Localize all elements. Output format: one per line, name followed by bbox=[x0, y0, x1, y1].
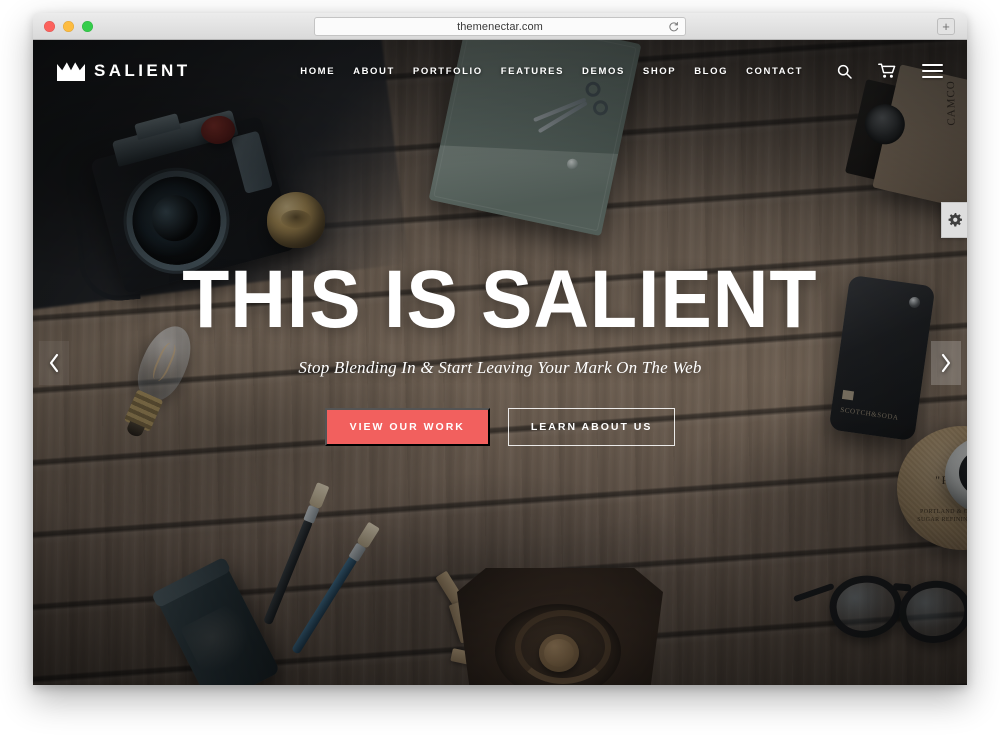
page-viewport: CAMCO SCOTCH&SODA bbox=[33, 40, 967, 685]
logo-text: SALIENT bbox=[94, 61, 191, 80]
screenshot-root: themenectar.com + SALIENT HOME ABOUT POR… bbox=[0, 0, 1000, 737]
slider-prev-arrow[interactable] bbox=[39, 340, 69, 385]
nav-item-about[interactable]: ABOUT bbox=[353, 66, 395, 77]
slider-next-arrow[interactable] bbox=[931, 340, 961, 385]
browser-window: themenectar.com + SALIENT HOME ABOUT POR… bbox=[33, 13, 967, 685]
nav-item-home[interactable]: HOME bbox=[300, 66, 335, 77]
close-button[interactable] bbox=[44, 20, 55, 32]
chevron-left-icon bbox=[49, 353, 59, 372]
main-navigation: HOME ABOUT PORTFOLIO FEATURES DEMOS SHOP… bbox=[300, 66, 803, 77]
theme-settings-tab[interactable] bbox=[941, 202, 967, 238]
url-text: themenectar.com bbox=[457, 20, 543, 33]
new-tab-button[interactable]: + bbox=[937, 18, 955, 35]
hero-title: THIS IS SALIENT bbox=[182, 254, 818, 346]
search-icon[interactable] bbox=[837, 64, 852, 79]
nav-item-shop[interactable]: SHOP bbox=[643, 66, 676, 77]
header-icon-group bbox=[837, 63, 943, 79]
browser-titlebar: themenectar.com + bbox=[33, 13, 967, 40]
nav-item-features[interactable]: FEATURES bbox=[501, 66, 564, 77]
hero-cta-group: VIEW OUR WORK LEARN ABOUT US bbox=[324, 408, 676, 446]
gear-icon bbox=[948, 213, 962, 227]
crown-icon bbox=[57, 61, 85, 81]
view-our-work-button[interactable]: VIEW OUR WORK bbox=[324, 408, 490, 446]
hero-subtitle: Stop Blending In & Start Leaving Your Ma… bbox=[298, 358, 702, 378]
window-controls bbox=[44, 20, 93, 32]
hamburger-menu-icon[interactable] bbox=[922, 64, 943, 78]
site-logo[interactable]: SALIENT bbox=[57, 61, 191, 81]
hero-section: THIS IS SALIENT Stop Blending In & Start… bbox=[33, 40, 967, 685]
chevron-right-icon bbox=[941, 353, 951, 372]
site-header: SALIENT HOME ABOUT PORTFOLIO FEATURES DE… bbox=[33, 40, 967, 102]
nav-item-portfolio[interactable]: PORTFOLIO bbox=[413, 66, 483, 77]
nav-item-demos[interactable]: DEMOS bbox=[582, 66, 625, 77]
maximize-button[interactable] bbox=[82, 20, 93, 32]
cart-icon[interactable] bbox=[878, 63, 896, 79]
minimize-button[interactable] bbox=[63, 20, 74, 32]
url-bar[interactable]: themenectar.com bbox=[314, 17, 686, 36]
nav-item-blog[interactable]: BLOG bbox=[694, 66, 728, 77]
reload-icon[interactable] bbox=[668, 21, 679, 32]
learn-about-us-button[interactable]: LEARN ABOUT US bbox=[507, 408, 676, 446]
nav-item-contact[interactable]: CONTACT bbox=[746, 66, 803, 77]
